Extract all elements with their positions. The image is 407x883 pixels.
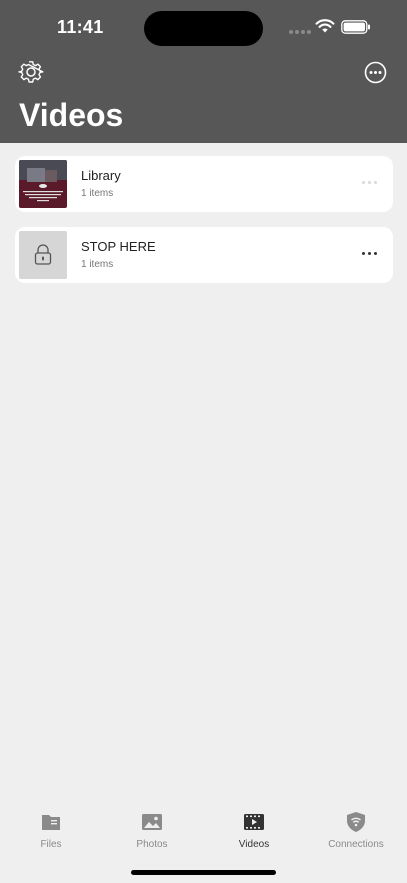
lock-icon [34, 244, 52, 265]
more-options-icon[interactable] [364, 61, 387, 84]
ellipsis-icon[interactable] [362, 252, 377, 255]
page-title: Videos [19, 97, 124, 133]
home-indicator[interactable] [131, 870, 276, 875]
album-thumbnail [19, 231, 67, 279]
film-icon [244, 814, 264, 830]
tab-label: Files [40, 839, 62, 850]
battery-icon [341, 20, 370, 34]
tab-label: Videos [238, 839, 270, 850]
tab-files[interactable]: Files [6, 811, 96, 850]
album-item-count: 1 items [81, 259, 114, 270]
wifi-icon [315, 19, 335, 33]
album-title: STOP HERE [81, 239, 156, 254]
album-item-count: 1 items [81, 188, 114, 199]
album-card[interactable]: Library 1 items [15, 156, 393, 212]
tab-videos[interactable]: Videos [209, 811, 299, 850]
header-bar: 11:41 Videos [0, 0, 407, 143]
cellular-signal-icon [289, 30, 311, 34]
folder-icon [42, 815, 60, 830]
album-card[interactable]: STOP HERE 1 items [15, 227, 393, 283]
tab-connections[interactable]: Connections [311, 811, 401, 850]
ellipsis-icon[interactable] [362, 181, 377, 184]
tab-label: Photos [136, 839, 168, 850]
photo-icon [142, 814, 162, 830]
tab-photos[interactable]: Photos [107, 811, 197, 850]
album-title: Library [81, 168, 121, 183]
dynamic-island [144, 11, 263, 46]
album-thumbnail [19, 160, 67, 208]
tab-label: Connections [328, 839, 384, 850]
status-time: 11:41 [57, 17, 104, 37]
shield-wifi-icon [347, 812, 365, 832]
gear-icon[interactable] [18, 59, 44, 85]
